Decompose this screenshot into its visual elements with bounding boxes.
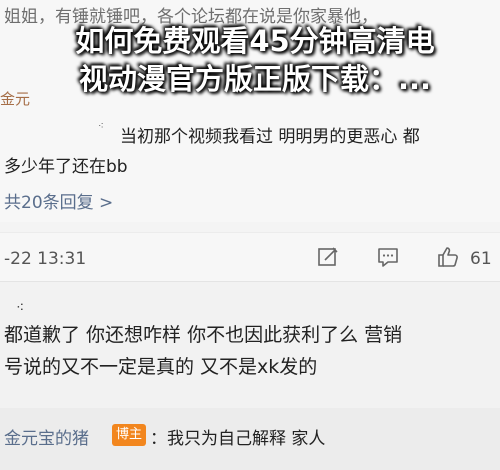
edit-icon[interactable]: [316, 245, 340, 269]
comment2-line2: 号说的又不一定是真的 又不是xk发的: [4, 356, 318, 378]
comment2-line1: 都道歉了 你还想咋样 你不也因此获利了么 营销: [4, 324, 403, 346]
overlay-title-line1: 如何免费观看45分钟高清电: [75, 24, 435, 58]
thumbs-up-icon[interactable]: [436, 245, 460, 269]
author-badge: 博主: [112, 424, 147, 446]
overlay-title-line2: 视动漫官方版正版下载：...: [78, 62, 432, 96]
comment-icon[interactable]: [376, 245, 400, 269]
comment1-line1: 当初那个视频我看过 明明男的更恶心 都: [120, 127, 420, 147]
quote-icon: ⁖: [16, 300, 25, 316]
reply-text: ：我只为自己解释 家人: [150, 429, 326, 449]
comment-screenshot: 姐姐，有锤就锤吧，各个论坛都在说是你家暴他， 金元 如何免费观看45分钟高清电 …: [0, 0, 500, 470]
reply-box: 金元宝的猪 博主 ：我只为自己解释 家人: [0, 408, 500, 470]
comment-timestamp: -22 13:31: [4, 249, 87, 269]
comment1-line2: 多少年了还在bb: [4, 157, 128, 177]
quote-icon: ⁖: [98, 121, 104, 132]
overlay-title: 如何免费观看45分钟高清电 视动漫官方版正版下载：...: [18, 22, 492, 98]
reply-username[interactable]: 金元宝的猪: [4, 424, 89, 449]
like-count: 61: [470, 249, 492, 269]
comment-meta-row: -22 13:31 61: [0, 232, 500, 282]
replies-link[interactable]: 共20条回复 >: [4, 188, 113, 213]
